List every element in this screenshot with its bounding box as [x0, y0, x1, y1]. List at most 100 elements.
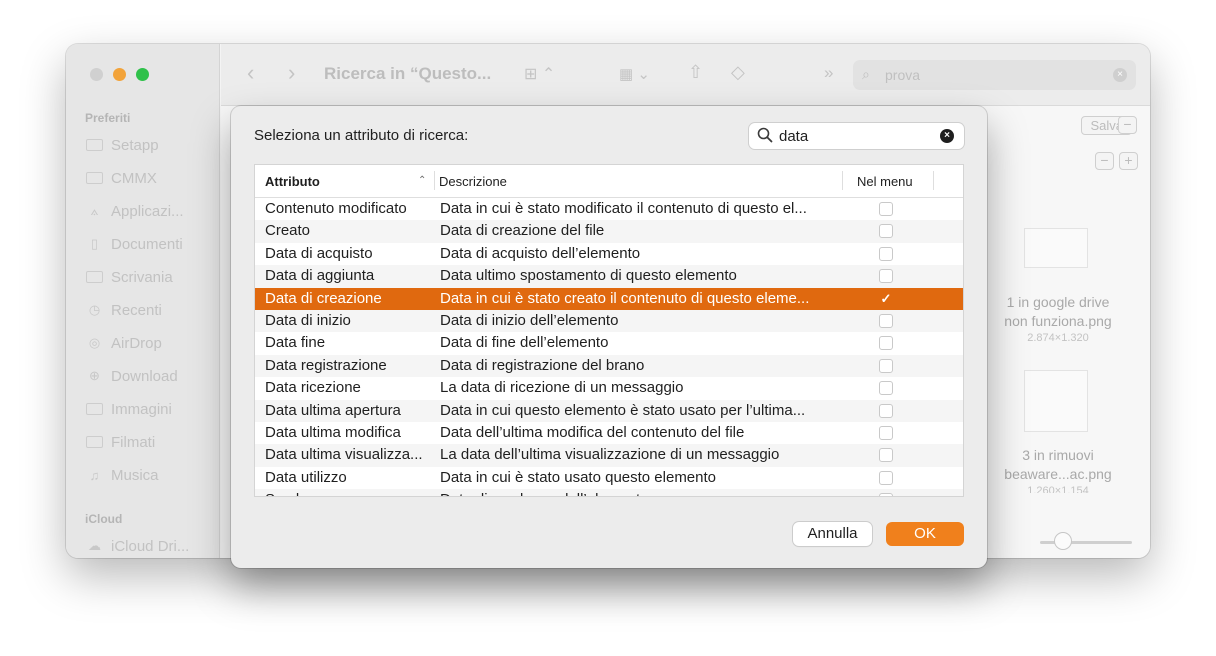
table-row[interactable]: Data fine Data di fine dell’elemento [255, 332, 963, 354]
sidebar-item-cmmx[interactable]: CMMX [86, 166, 157, 190]
in-menu-checkbox[interactable] [879, 358, 893, 373]
table-row[interactable]: Data di creazione Data in cui è stato cre… [255, 287, 963, 310]
table-row[interactable]: Data ricezione La data di ricezione di un… [255, 377, 963, 399]
sidebar-item-airdrop[interactable]: ◎ AirDrop [86, 331, 162, 355]
finder-toolbar: ‹ › Ricerca in “Questo... ⊞ ⌃ ▦ ⌄ ⇧ ◇ » … [221, 44, 1150, 106]
attribute-name: Data di aggiunta [265, 267, 375, 285]
sidebar-item-download[interactable]: ⊕ Download [86, 364, 178, 388]
clock-icon: ◷ [88, 302, 101, 317]
attribute-name: Creato [265, 222, 311, 240]
column-header-in-menu[interactable]: Nel menu [857, 174, 913, 189]
column-header-description[interactable]: Descrizione [439, 174, 507, 189]
in-menu-checkbox[interactable] [879, 403, 893, 418]
desktop-icon [86, 271, 103, 283]
add-rule-button[interactable]: + [1119, 152, 1138, 170]
table-row[interactable]: Data utilizzo Data in cui è stato usato q… [255, 467, 963, 489]
in-menu-checkbox[interactable]: ✓ [879, 291, 893, 306]
download-icon: ⊕ [89, 368, 100, 383]
in-menu-checkbox[interactable] [879, 426, 893, 440]
table-row[interactable]: Data di acquisto Data di acquisto dell’el… [255, 243, 963, 265]
table-row[interactable]: Scadenza Data di scadenza dell’elemento [255, 489, 963, 496]
table-row[interactable]: Data ultima visualizza... La data dell’ul… [255, 444, 963, 467]
attribute-search-field[interactable]: × [749, 123, 964, 149]
table-row[interactable]: Data di aggiunta Data ultimo spostamento … [255, 265, 963, 288]
in-menu-checkbox[interactable] [879, 448, 893, 463]
icon-size-slider-knob[interactable] [1054, 532, 1072, 550]
tag-icon[interactable]: ◇ [731, 62, 745, 83]
column-divider [933, 171, 934, 190]
sidebar-item-filmati[interactable]: Filmati [86, 430, 155, 454]
table-header: Attributo ⌃ Descrizione Nel menu [255, 165, 963, 198]
sidebar-item-immagini[interactable]: Immagini [86, 397, 172, 421]
attribute-description: Data in cui è stato modificato il conten… [440, 200, 807, 217]
sidebar-item-documenti[interactable]: ▯ Documenti [86, 232, 183, 256]
share-icon[interactable]: ⇧ [688, 62, 703, 83]
sidebar-item-label: Scrivania [111, 268, 173, 286]
sidebar-item-applicazioni[interactable]: ⟑ Applicazi... [86, 199, 184, 223]
sidebar-item-label: iCloud Dri... [111, 537, 190, 555]
forward-icon[interactable]: › [288, 60, 295, 86]
cloud-icon: ☁ [88, 538, 101, 553]
attribute-search-input[interactable] [779, 123, 929, 149]
in-menu-checkbox[interactable] [879, 493, 893, 496]
file-thumbnail[interactable] [1024, 228, 1088, 268]
search-icon: ⌕ [862, 66, 870, 82]
file-name[interactable]: 1 in google drive non funziona.png [973, 293, 1143, 331]
group-icon[interactable]: ▦ ⌄ [619, 65, 650, 83]
in-menu-checkbox[interactable] [879, 381, 893, 396]
finder-search-value: prova [885, 67, 921, 83]
remove-criteria-button[interactable]: − [1118, 116, 1137, 134]
in-menu-checkbox[interactable] [879, 202, 893, 216]
in-menu-checkbox[interactable] [879, 224, 893, 239]
sidebar-item-musica[interactable]: ♫ Musica [86, 463, 159, 487]
attribute-description: Data ultimo spostamento di questo elemen… [440, 267, 737, 285]
sidebar-item-label: Filmati [111, 433, 156, 451]
view-grid-icon[interactable]: ⊞ ⌃ [524, 64, 555, 84]
column-divider [842, 171, 843, 190]
sidebar-item-label: Immagini [111, 400, 172, 418]
file-thumbnail[interactable] [1024, 370, 1088, 432]
file-name-line: non funziona.png [1004, 313, 1112, 329]
sidebar-item-scrivania[interactable]: Scrivania [86, 265, 173, 289]
in-menu-checkbox[interactable] [879, 314, 893, 328]
in-menu-checkbox[interactable] [879, 269, 893, 284]
attribute-name: Data utilizzo [265, 468, 347, 486]
sidebar-item-setapp[interactable]: Setapp [86, 133, 159, 157]
clear-search-icon[interactable]: × [940, 129, 954, 143]
sidebar-item-icloud-drive[interactable]: ☁ iCloud Dri... [86, 534, 189, 558]
table-row[interactable]: Contenuto modificato Data in cui è stato … [255, 198, 963, 220]
ok-button[interactable]: OK [886, 522, 964, 546]
search-icon [757, 127, 773, 143]
cancel-button[interactable]: Annulla [793, 522, 872, 546]
table-row[interactable]: Data ultima apertura Data in cui questo e… [255, 399, 963, 422]
maximize-window-button[interactable] [136, 68, 149, 81]
film-icon [86, 436, 103, 448]
folder-icon [86, 139, 103, 151]
file-name[interactable]: 3 in rimuovi beaware...ac.png [973, 446, 1143, 484]
table-row[interactable]: Creato Data di creazione del file [255, 220, 963, 243]
close-window-button[interactable] [90, 68, 103, 81]
attribute-name: Data di creazione [265, 289, 382, 307]
finder-search-field[interactable]: ⌕ prova × [853, 60, 1136, 90]
in-menu-checkbox[interactable] [879, 336, 893, 351]
in-menu-checkbox[interactable] [879, 470, 893, 485]
sidebar-section-favorites: Preferiti [85, 111, 131, 125]
more-toolbar-icon[interactable]: » [824, 63, 833, 83]
sidebar-item-recenti[interactable]: ◷ Recenti [86, 298, 162, 322]
table-row[interactable]: Data di inizio Data di inizio dell’elemen… [255, 310, 963, 333]
back-icon[interactable]: ‹ [247, 60, 254, 86]
file-name-line: 1 in google drive [1006, 294, 1110, 310]
minimize-window-button[interactable] [113, 68, 126, 81]
photo-icon [86, 403, 103, 415]
airdrop-icon: ◎ [88, 335, 101, 350]
table-row[interactable]: Data ultima modifica Data dell’ultima mod… [255, 422, 963, 444]
in-menu-checkbox[interactable] [879, 246, 893, 261]
table-row[interactable]: Data registrazione Data di registrazione … [255, 354, 963, 378]
clear-search-icon[interactable]: × [1113, 68, 1127, 82]
attribute-name: Data di acquisto [265, 244, 373, 262]
file-dimensions: 1.260×1.154 [1027, 485, 1089, 493]
sidebar-item-label: Download [111, 367, 178, 385]
column-header-attribute[interactable]: Attributo [265, 174, 320, 189]
attribute-table: Attributo ⌃ Descrizione Nel menu Contenu… [254, 164, 964, 497]
remove-rule-button[interactable]: − [1095, 152, 1114, 170]
